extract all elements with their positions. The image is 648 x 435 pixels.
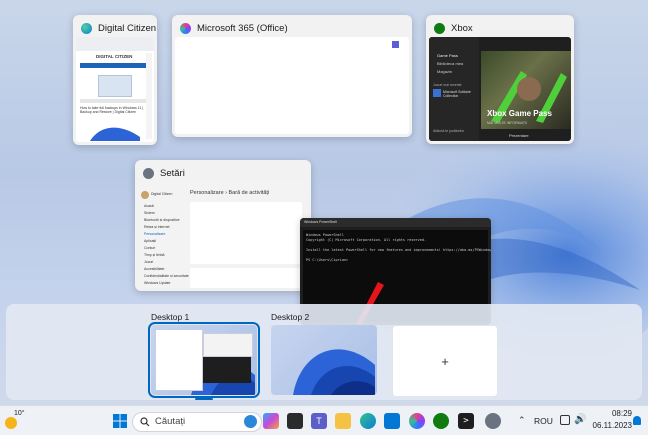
store-icon[interactable] [384, 413, 400, 429]
search-placeholder: Căutați [155, 416, 186, 427]
desktop-2-wallpaper [293, 349, 375, 395]
xbox-footer: Prezentare [509, 133, 529, 138]
xbox-nav-library: Biblioteca mea [437, 61, 464, 66]
window-settings[interactable]: Setări Digital Citizen Personalizare › B… [135, 160, 311, 291]
console-line: Windows PowerShell [306, 233, 344, 237]
xbox-recent-heading: Jocuri mai recente [433, 83, 462, 87]
window-xbox[interactable]: Xbox Game Pass Biblioteca mea Magazin Jo… [426, 15, 574, 144]
xbox-icon [434, 22, 445, 34]
window-xbox-preview: Game Pass Biblioteca mea Magazin Jocuri … [429, 37, 571, 141]
desktop-1-thumbnail[interactable] [148, 322, 260, 398]
settings-taskbar-icon[interactable] [485, 413, 501, 429]
settings-nav-item: Personalizare [144, 232, 166, 236]
xbox-recent-item: Microsoft Solitaire Collection [443, 90, 471, 98]
xbox-nav-gamepass: Game Pass [437, 53, 458, 58]
weather-widget[interactable]: 10° [4, 410, 28, 432]
desktop-2-thumbnail[interactable] [271, 325, 377, 395]
settings-nav-item: Rețea și internet [144, 225, 170, 229]
settings-user-name: Digital Citizen [151, 192, 173, 196]
site-header: DIGITAL CITIZEN [96, 54, 133, 59]
settings-nav-item: Accesibilitate [144, 267, 165, 271]
settings-nav-item: Bluetooth și dispozitive [144, 218, 180, 222]
settings-nav-item: Aplicații [144, 239, 157, 243]
settings-breadcrumb: Personalizare › Bară de activități [190, 190, 270, 196]
clock-time[interactable]: 08:29 [592, 409, 632, 418]
taskbar-search-box[interactable]: Căutați [132, 412, 262, 432]
chevron-up-icon[interactable]: ⌃ [518, 415, 526, 426]
wifi-icon[interactable] [560, 415, 570, 425]
window-m365-title: Microsoft 365 (Office) [180, 20, 288, 36]
window-settings-preview: Digital Citizen Personalizare › Bară de … [138, 182, 308, 288]
window-edge[interactable]: Digital Citizen - L... DIGITAL CITIZEN H… [73, 15, 157, 145]
microsoft-365-taskbar-icon[interactable] [409, 413, 425, 429]
settings-nav-item: Windows Update [144, 281, 171, 285]
settings-nav-item: Confidențialitate și securitate [144, 274, 189, 278]
terminal-taskbar-icon[interactable]: > [458, 413, 474, 429]
window-settings-title: Setări [143, 165, 185, 181]
article-title: How to take full backups in Windows 11 |… [80, 106, 144, 114]
settings-nav-item: Jocuri [144, 260, 154, 264]
clock-date[interactable]: 06.11.2023 [580, 421, 632, 430]
window-m365-preview [175, 37, 409, 134]
windows-logo-icon [113, 414, 127, 428]
plus-icon: + [441, 353, 449, 369]
file-explorer-icon[interactable] [335, 413, 351, 429]
window-microsoft-365[interactable]: Microsoft 365 (Office) [172, 15, 412, 137]
weather-sun-icon [5, 417, 17, 429]
window-xbox-title: Xbox [434, 20, 473, 36]
language-indicator[interactable]: ROU [534, 416, 553, 426]
wallpaper-thumb [90, 127, 140, 141]
console-line: Copyright (C) Microsoft Corporation. All… [306, 238, 427, 242]
microsoft-365-icon [180, 22, 191, 34]
start-button[interactable] [112, 413, 128, 429]
settings-nav-item: Sistem [144, 211, 155, 215]
desktop-2-label: Desktop 2 [271, 312, 310, 322]
xbox-hero-title: Xbox Game Pass [487, 109, 552, 118]
console-line: PS C:\Users\Ciprian> [306, 258, 349, 262]
settings-nav-item: Acasă [144, 204, 154, 208]
xbox-hero-subtitle: MAI MULTE INFORMAȚII [487, 121, 527, 125]
bing-icon [244, 415, 257, 428]
notification-bell-icon[interactable] [633, 416, 641, 425]
edge-taskbar-icon[interactable] [360, 413, 376, 429]
copilot-icon[interactable] [263, 413, 279, 429]
desktop-1-label: Desktop 1 [151, 312, 190, 322]
taskbar: 10° Căutați T > ⌃ ROU 🔊 08:29 06.11.2023 [0, 405, 648, 435]
powershell-title: Windows PowerShell [304, 220, 337, 224]
new-desktop-button[interactable]: + [392, 325, 498, 397]
console-line: Install the latest PowerShell for new fe… [306, 248, 491, 252]
search-icon [140, 417, 150, 427]
task-view-icon[interactable] [287, 413, 303, 429]
settings-nav-item: Conturi [144, 246, 156, 250]
xbox-taskbar-icon[interactable] [433, 413, 449, 429]
xbox-nav-store: Magazin [437, 69, 453, 74]
window-edge-preview: DIGITAL CITIZEN How to take full backups… [76, 37, 154, 142]
weather-temp: 10° [14, 410, 25, 417]
edge-icon [81, 22, 92, 34]
window-edge-title: Digital Citizen - L... [81, 20, 157, 36]
xbox-promo: Alătură-te jucătorilor [433, 129, 465, 133]
teams-icon[interactable]: T [311, 413, 327, 429]
active-desktop-indicator [195, 398, 213, 400]
settings-nav-item: Timp și limbă [144, 253, 165, 257]
gear-icon [143, 167, 154, 179]
